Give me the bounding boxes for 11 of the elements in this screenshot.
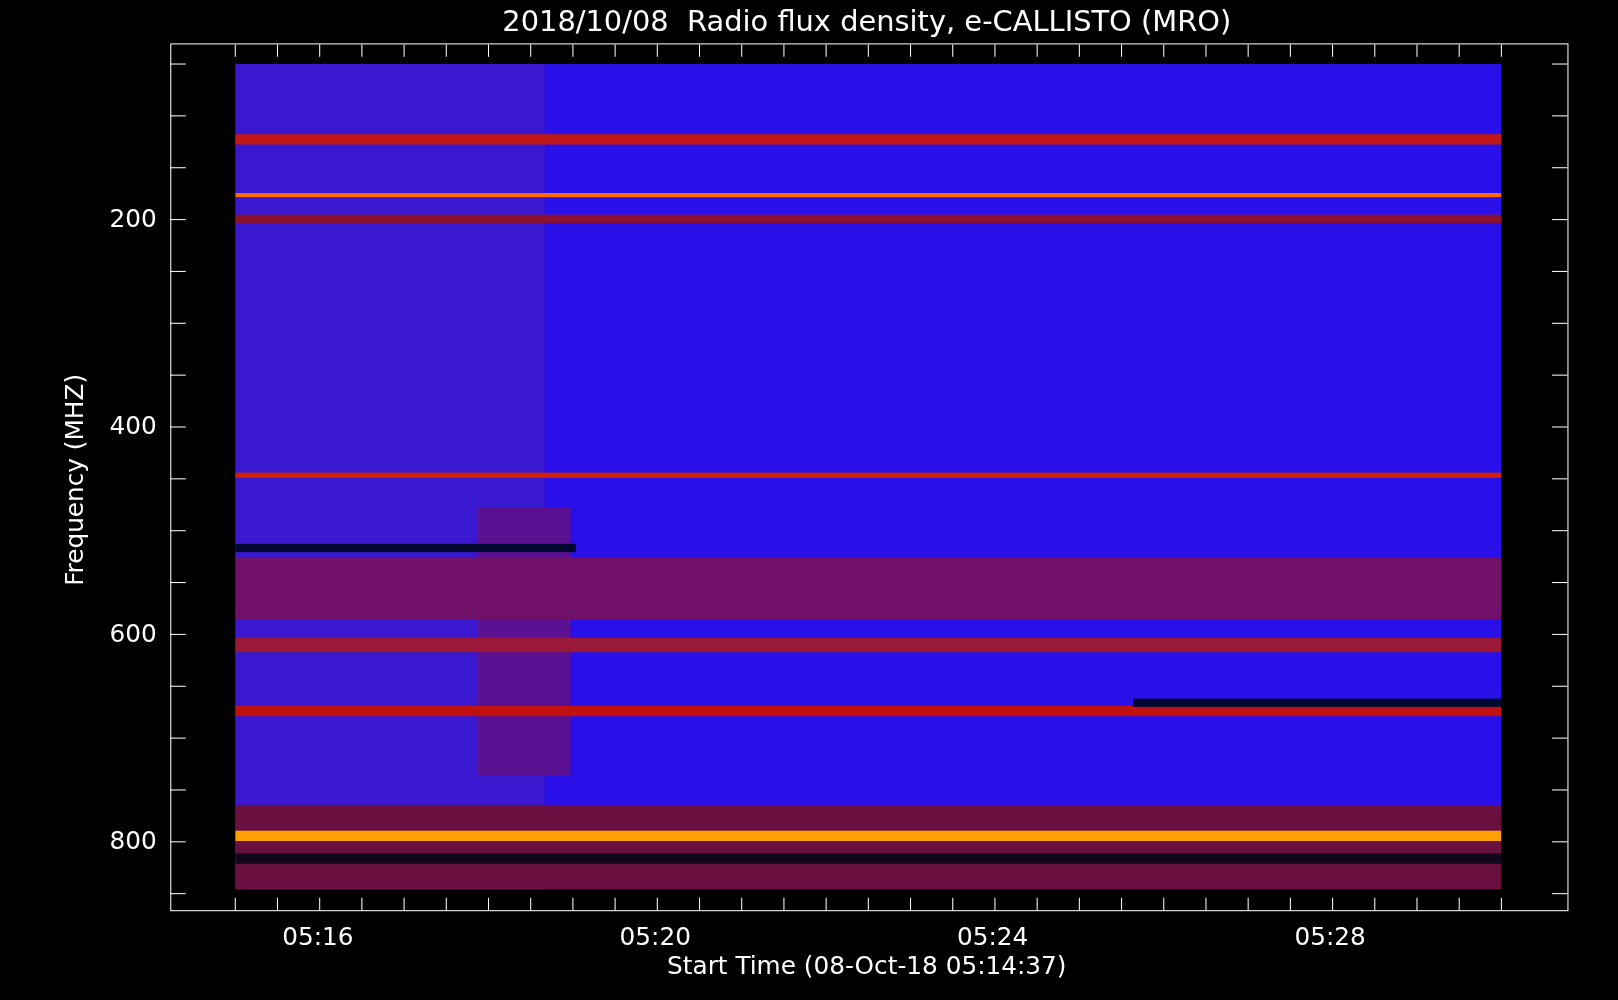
y-tick-label: 400 bbox=[109, 411, 157, 441]
x-tick-label: 05:28 bbox=[1294, 922, 1366, 952]
y-axis-label: Frequency (MHZ) bbox=[59, 373, 89, 586]
y-tick-label: 800 bbox=[109, 826, 157, 856]
x-tick-label: 05:20 bbox=[619, 922, 691, 952]
x-tick-label: 05:16 bbox=[282, 922, 354, 952]
plot-title: 2018/10/08 Radio flux density, e-CALLISTO (MRO) bbox=[502, 4, 1232, 38]
x-tick-label: 05:24 bbox=[957, 922, 1029, 952]
x-axis-label: Start Time (08-Oct-18 05:14:37) bbox=[667, 951, 1067, 981]
y-tick-label: 200 bbox=[109, 204, 157, 234]
y-tick-label: 600 bbox=[109, 618, 157, 648]
